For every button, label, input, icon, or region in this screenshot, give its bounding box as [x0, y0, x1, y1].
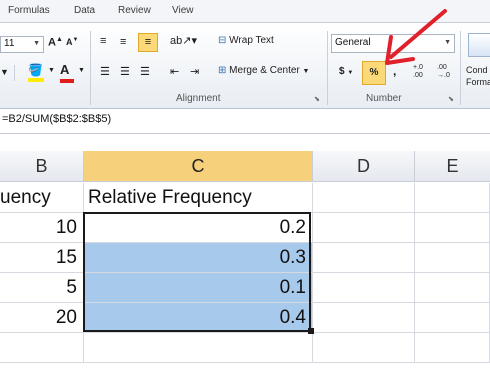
align-center-icon[interactable]: ☰ [120, 65, 130, 78]
tab-formulas[interactable]: Formulas [8, 5, 50, 16]
tab-data[interactable]: Data [74, 5, 95, 16]
column-header-c[interactable]: C [84, 151, 313, 182]
middle-align-icon[interactable]: ≡ [120, 36, 126, 48]
alignment-group-label: Alignment [176, 93, 221, 104]
font-color-arrow[interactable]: ▼ [78, 67, 85, 74]
fill-color-arrow[interactable]: ▼ [48, 67, 55, 74]
cell-d1[interactable] [313, 183, 415, 213]
formula-bar[interactable]: =B2/SUM($B$2:$B$5) [0, 109, 490, 134]
number-format-value: General [335, 37, 371, 48]
column-header-d[interactable]: D [313, 151, 415, 182]
cell-d3[interactable] [313, 243, 415, 273]
wrap-text-button[interactable]: ⊟ Wrap Text [218, 35, 274, 46]
cell-b1[interactable]: uency [0, 183, 84, 213]
fill-color-button[interactable]: 🪣 [28, 63, 44, 82]
font-size-select[interactable]: 11 ▼ [0, 36, 44, 53]
conditional-formatting-label-2[interactable]: Forma [466, 77, 490, 87]
tab-view[interactable]: View [172, 5, 194, 16]
fill-handle[interactable] [308, 328, 314, 334]
cell-d4[interactable] [313, 273, 415, 303]
cell-e4[interactable] [415, 273, 490, 303]
cell-b2[interactable]: 10 [0, 213, 84, 243]
cell-e6[interactable] [415, 333, 490, 363]
alignment-launcher-icon[interactable]: ⬊ [314, 95, 320, 103]
paint-bucket-icon: 🪣 [28, 63, 43, 77]
cell-b5[interactable]: 20 [0, 303, 84, 333]
font-size-value: 11 [4, 38, 15, 49]
currency-button[interactable]: $ ▼ [339, 66, 353, 77]
annotation-arrow-icon [385, 9, 447, 65]
shrink-font-button[interactable]: A▼ [66, 37, 78, 47]
cell-b6[interactable] [0, 333, 84, 363]
group-divider [327, 31, 328, 105]
cell-e2[interactable] [415, 213, 490, 243]
orientation-icon[interactable]: ab↗▾ [170, 34, 197, 47]
number-launcher-icon[interactable]: ⬊ [448, 95, 454, 103]
cell-e3[interactable] [415, 243, 490, 273]
tab-review[interactable]: Review [118, 5, 151, 16]
fill-color-swatch [28, 78, 44, 82]
cell-e1[interactable] [415, 183, 490, 213]
font-color-swatch [60, 79, 74, 83]
spreadsheet-grid: B C D E uency Relative Frequency 10 0.2 … [0, 137, 490, 371]
align-right-icon[interactable]: ☰ [140, 65, 150, 78]
selection-border [83, 212, 311, 332]
grow-font-button[interactable]: A▲ [48, 36, 63, 49]
cell-d5[interactable] [313, 303, 415, 333]
cell-d6[interactable] [313, 333, 415, 363]
column-header-e[interactable]: E [415, 151, 490, 182]
align-left-icon[interactable]: ☰ [100, 65, 110, 78]
cell-b4[interactable]: 5 [0, 273, 84, 303]
decrease-indent-icon[interactable]: ⇤ [170, 65, 179, 78]
wrap-text-icon: ⊟ [218, 35, 227, 46]
bottom-align-icon[interactable]: ≡ [138, 33, 158, 52]
conditional-formatting-icon[interactable] [468, 33, 490, 57]
group-divider [90, 31, 91, 105]
cell-d2[interactable] [313, 213, 415, 243]
column-header-b[interactable]: B [0, 151, 84, 182]
borders-dropdown-arrow[interactable]: ▼ [0, 67, 9, 77]
cell-c1[interactable]: Relative Frequency [84, 183, 313, 213]
chevron-down-icon: ▼ [33, 40, 40, 47]
ribbon: 11 ▼ A▲ A▼ ▼ 🪣 ▼ A ▼ ≡ ≡ ≡ ab↗▾ ⊟ Wrap T… [0, 9, 490, 109]
increase-indent-icon[interactable]: ⇥ [190, 65, 199, 78]
formula-text[interactable]: =B2/SUM($B$2:$B$5) [2, 113, 111, 125]
cell-c6[interactable] [84, 333, 313, 363]
divider [14, 65, 15, 81]
merge-center-icon: ⊞ [218, 65, 227, 76]
number-group-label: Number [366, 93, 402, 104]
conditional-formatting-label[interactable]: Cond [466, 65, 488, 75]
cell-e5[interactable] [415, 303, 490, 333]
font-color-button[interactable]: A [60, 62, 74, 83]
merge-center-button[interactable]: ⊞ Merge & Center ▼ [218, 65, 309, 76]
group-divider [460, 31, 461, 105]
top-align-icon[interactable]: ≡ [100, 35, 106, 47]
cell-b3[interactable]: 15 [0, 243, 84, 273]
